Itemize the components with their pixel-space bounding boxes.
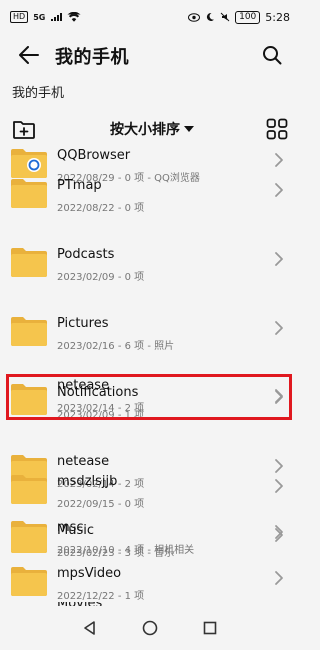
- list-item[interactable]: PTmap 2022/08/22 - 0 项: [0, 168, 300, 237]
- chevron-right-icon: [275, 321, 283, 335]
- grid-view-icon: [266, 118, 288, 140]
- nav-back-button[interactable]: [80, 618, 100, 638]
- file-meta: 2022/10/10 - 4 项 - 相机相关: [57, 545, 195, 556]
- chevron-right-icon: [275, 525, 283, 539]
- nav-recents-button[interactable]: [200, 618, 220, 638]
- signal-icon: [51, 13, 63, 21]
- toolbar: 按大小排序: [0, 114, 300, 144]
- file-name: PTmap: [57, 178, 102, 193]
- triangle-back-icon: [84, 621, 95, 635]
- search-icon: [263, 46, 282, 65]
- chevron-right-icon: [275, 252, 283, 266]
- file-name: netease: [57, 378, 110, 393]
- nav-home-button[interactable]: [140, 618, 160, 638]
- file-name: Podcasts: [57, 247, 115, 262]
- folder-icon: [11, 475, 47, 504]
- title-bar: 我的手机: [0, 34, 300, 76]
- sort-dropdown[interactable]: 按大小排序: [110, 119, 194, 139]
- status-right: 100 5:28: [188, 10, 290, 24]
- navigation-bar: [0, 606, 300, 650]
- new-folder-button[interactable]: [12, 118, 36, 140]
- list-item[interactable]: netease 2023/02/14 - 2 项: [0, 375, 300, 420]
- folder-icon: [11, 317, 47, 346]
- folder-icon: [11, 567, 47, 596]
- file-name: msdzlsjjb: [57, 474, 118, 489]
- folder-icon: [11, 384, 47, 413]
- file-name: mpsVideo: [57, 566, 122, 581]
- clock: 5:28: [265, 10, 290, 24]
- folder-icon: [11, 521, 47, 550]
- wifi-icon: [67, 12, 81, 22]
- chevron-right-icon: [275, 183, 283, 197]
- moon-icon: [207, 12, 215, 21]
- sort-label: 按大小排序: [110, 122, 180, 138]
- file-name: msc: [57, 520, 84, 535]
- file-meta: 2022/12/22 - 1 项: [57, 591, 145, 602]
- chevron-right-icon: [275, 479, 283, 493]
- chevron-right-icon: [275, 389, 283, 403]
- list-item[interactable]: mpsVideo 2022/12/22 - 1 项: [0, 556, 300, 606]
- folder-icon: [11, 248, 47, 277]
- page-title: 我的手机: [55, 47, 129, 68]
- breadcrumb[interactable]: 我的手机: [12, 82, 64, 101]
- file-name: Pictures: [57, 316, 109, 331]
- search-button[interactable]: [259, 42, 285, 68]
- list-item[interactable]: Podcasts 2023/02/09 - 0 项: [0, 237, 300, 306]
- battery-indicator: 100: [235, 10, 261, 24]
- square-recents-icon: [203, 621, 217, 635]
- file-name: QQBrowser: [57, 148, 131, 163]
- chevron-right-icon: [275, 153, 283, 167]
- hd-badge: HD: [10, 11, 29, 23]
- status-bar: HD 5G 100 5:28: [0, 0, 300, 34]
- caret-down-icon: [184, 125, 194, 132]
- file-meta: 2023/02/14 - 2 项: [57, 403, 145, 414]
- grid-view-button[interactable]: [266, 118, 288, 140]
- file-meta: 2022/08/22 - 0 项: [57, 203, 145, 214]
- file-meta: 2022/09/15 - 0 项: [57, 499, 145, 510]
- back-button[interactable]: [16, 42, 42, 68]
- eye-icon: [188, 12, 201, 22]
- mute-icon: [220, 12, 230, 22]
- chevron-right-icon: [275, 571, 283, 585]
- folder-icon: [11, 179, 47, 208]
- back-arrow-icon: [19, 46, 39, 64]
- circle-home-icon: [142, 620, 158, 636]
- network-badge: 5G: [33, 12, 46, 22]
- new-folder-icon: [13, 121, 35, 139]
- file-meta: 2023/02/16 - 6 项 - 照片: [57, 341, 175, 352]
- file-meta: 2023/02/09 - 0 项: [57, 272, 145, 283]
- list-item[interactable]: Pictures 2023/02/16 - 6 项 - 照片: [0, 306, 300, 375]
- status-left: HD 5G: [10, 11, 81, 23]
